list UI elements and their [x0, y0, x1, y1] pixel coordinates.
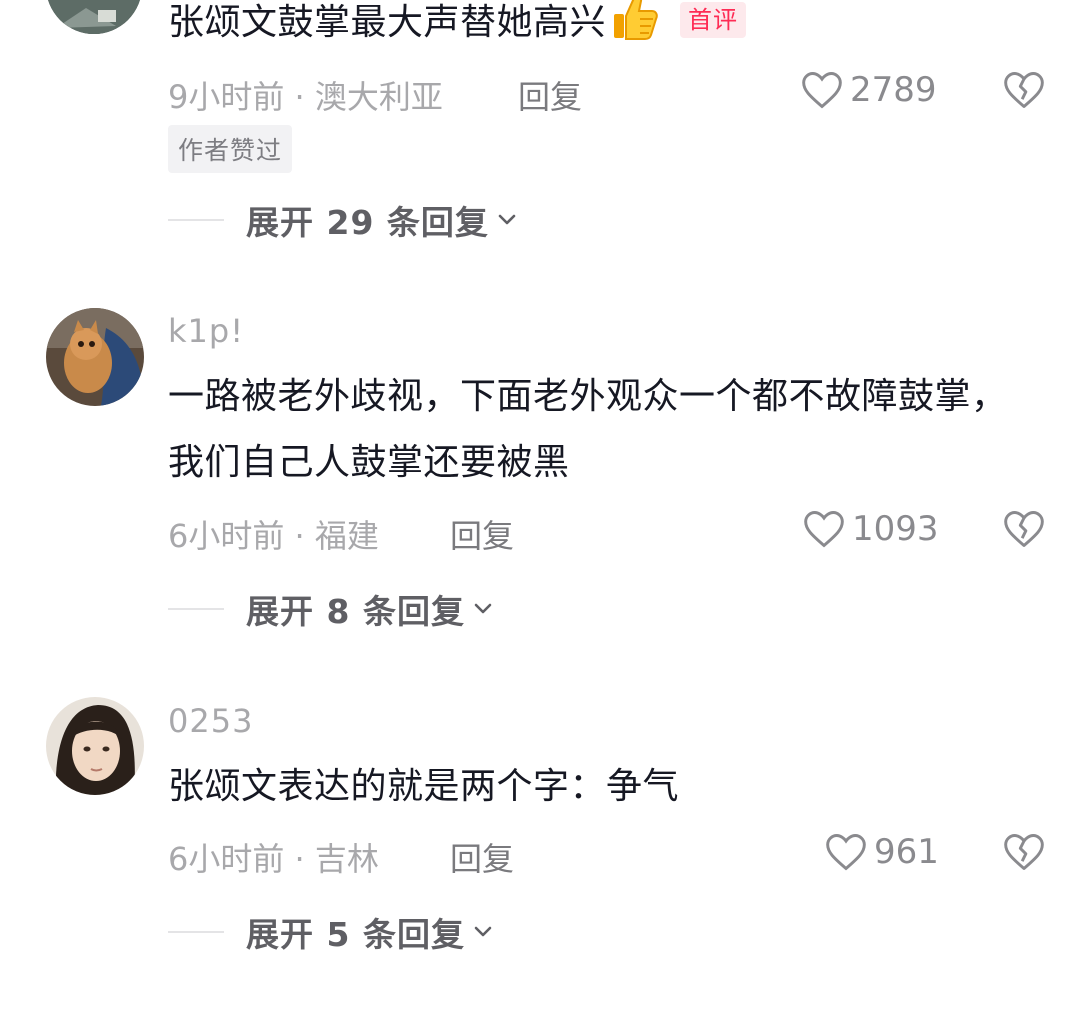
divider-line — [168, 931, 224, 933]
chevron-down-icon — [474, 603, 492, 614]
reply-button[interactable]: 回复 — [450, 511, 514, 557]
like-count: 2789 — [850, 70, 937, 110]
comment-list: 张颂文鼓掌最大声替她高兴 首评 9小时前 · 澳大利亚 回复 2789 作者赞过… — [0, 0, 1080, 1014]
avatar[interactable] — [46, 0, 142, 34]
broken-heart-icon — [1004, 511, 1044, 547]
author-liked-tag: 作者赞过 — [168, 125, 293, 173]
dislike-button[interactable] — [1002, 68, 1046, 116]
expand-replies-button[interactable]: 展开 5 条回复 — [168, 908, 493, 956]
comment-text: 张颂文鼓掌最大声替她高兴 首评 — [168, 0, 1038, 64]
first-comment-badge: 首评 — [680, 2, 747, 38]
expand-replies-button[interactable]: 展开 8 条回复 — [168, 585, 493, 633]
like-count: 961 — [874, 832, 939, 872]
username[interactable]: 0253 — [168, 702, 253, 740]
like-button[interactable]: 1093 — [802, 507, 939, 551]
avatar[interactable] — [46, 308, 144, 406]
heart-icon — [802, 72, 842, 109]
comment-meta: 6小时前 · 福建 — [168, 517, 379, 555]
comment-meta: 9小时前 · 澳大利亚 — [168, 78, 443, 116]
heart-icon — [826, 834, 866, 871]
expand-replies-label: 展开 8 条回复 — [246, 592, 465, 631]
like-count: 1093 — [852, 509, 939, 549]
reply-button[interactable]: 回复 — [518, 72, 582, 118]
like-button[interactable]: 2789 — [800, 68, 937, 112]
like-button[interactable]: 961 — [824, 830, 939, 874]
broken-heart-icon — [1004, 834, 1044, 870]
reply-button[interactable]: 回复 — [450, 834, 514, 880]
chevron-down-icon — [498, 214, 516, 225]
avatar[interactable] — [46, 697, 144, 795]
comment-text: 一路被老外歧视，下面老外观众一个都不故障鼓掌，我们自己人鼓掌还要被黑 — [168, 376, 1008, 483]
broken-heart-icon — [1004, 72, 1044, 108]
chevron-down-icon — [474, 926, 492, 937]
dislike-button[interactable] — [1002, 830, 1046, 878]
divider-line — [168, 219, 224, 221]
thumbs-up-icon — [610, 0, 660, 64]
expand-replies-button[interactable]: 展开 29 条回复 — [168, 196, 517, 244]
expand-replies-label: 展开 29 条回复 — [246, 203, 489, 242]
comment-meta: 6小时前 · 吉林 — [168, 840, 379, 878]
username[interactable]: k1p! — [168, 312, 244, 350]
comment-text: 张颂文表达的就是两个字：争气 — [168, 766, 680, 807]
expand-replies-label: 展开 5 条回复 — [246, 915, 465, 954]
heart-icon — [804, 511, 844, 548]
divider-line — [168, 608, 224, 610]
dislike-button[interactable] — [1002, 507, 1046, 555]
